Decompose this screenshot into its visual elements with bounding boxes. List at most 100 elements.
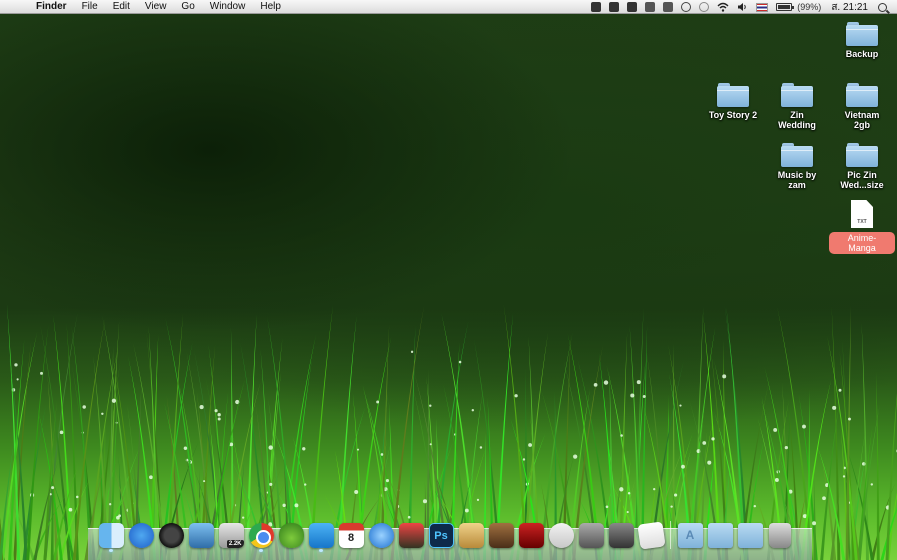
desktop-folder-pic-zin-wedding[interactable]: Pic Zin Wed...size <box>829 143 895 190</box>
dock-item-chrome[interactable] <box>246 521 276 552</box>
vlc-icon <box>608 522 634 548</box>
dew-drop <box>410 350 414 354</box>
dew-drop <box>354 490 359 495</box>
dew-drop <box>802 424 806 429</box>
dock-item-mail[interactable] <box>456 521 486 549</box>
dock-item-preview[interactable] <box>186 521 216 549</box>
dew-drop <box>376 400 380 404</box>
dock-item-twitter[interactable] <box>306 521 336 552</box>
dew-drop <box>593 382 598 387</box>
preview-icon <box>188 522 214 548</box>
dew-drop <box>774 477 779 482</box>
desktop-folder-toy-story-2[interactable]: Toy Story 2 <box>700 83 766 120</box>
copy-icon[interactable] <box>663 2 674 12</box>
dock-item-dashboard[interactable] <box>156 521 186 549</box>
dew-drop <box>59 430 64 435</box>
dock-items: 2.2K 8 Ps A <box>96 520 795 552</box>
evernote-icon[interactable] <box>591 2 602 12</box>
dock-item-itunes[interactable] <box>366 521 396 549</box>
menu-edit[interactable]: Edit <box>113 0 130 14</box>
dock-item-iphoto[interactable] <box>486 521 516 549</box>
thai-flag-icon[interactable] <box>756 2 769 12</box>
photoshop-icon: Ps <box>428 522 454 548</box>
downloads-folder-icon <box>737 522 763 548</box>
dew-drop <box>82 405 86 409</box>
desktop-folder-music-by-zam[interactable]: Music by zam <box>764 143 830 190</box>
volume-icon[interactable] <box>737 2 748 12</box>
menu-go[interactable]: Go <box>181 0 194 14</box>
growl-icon: 2.2K <box>218 522 244 548</box>
dock-item-vlc[interactable] <box>606 521 636 549</box>
dock-separator <box>670 521 671 549</box>
documents-folder-icon <box>707 522 733 548</box>
dock-item-photo-booth[interactable] <box>516 521 546 549</box>
menu-extras: (99%) ส. 21:21 <box>583 0 887 14</box>
dock-stack-documents-folder[interactable] <box>705 521 735 549</box>
dew-drop <box>572 454 578 459</box>
dock-icon-text: 8 <box>347 531 355 544</box>
desktop-folder-backup[interactable]: Backup <box>829 22 895 59</box>
dew-drop <box>812 521 817 526</box>
dew-drop <box>861 462 866 466</box>
grass-blade <box>71 325 93 560</box>
wallpaper-grass <box>0 302 897 560</box>
dew-drop <box>214 409 218 413</box>
dew-drop <box>385 479 389 483</box>
battery-icon[interactable] <box>776 3 795 11</box>
dew-drop <box>605 505 609 509</box>
desktop-folder-vietnam-2gb[interactable]: Vietnam 2gb <box>829 83 895 130</box>
dew-drop <box>784 445 788 450</box>
dew-drop <box>294 503 299 508</box>
dew-drop <box>51 486 55 490</box>
dew-drop <box>407 515 411 519</box>
spotlight-icon[interactable] <box>878 2 887 12</box>
desktop-item-label: Anime-Manga <box>829 232 895 254</box>
dew-drop <box>471 409 475 412</box>
menu-help[interactable]: Help <box>260 0 281 14</box>
dew-drop <box>380 453 384 456</box>
skype-icon[interactable] <box>609 2 620 12</box>
dock-item-finder[interactable] <box>96 521 126 552</box>
dew-drop <box>14 363 18 367</box>
sync-icon[interactable] <box>681 2 692 12</box>
dock-stack-downloads-folder[interactable] <box>735 521 765 549</box>
menu-window[interactable]: Window <box>210 0 246 14</box>
window-icon[interactable] <box>645 2 656 12</box>
dock-item-frog[interactable] <box>276 521 306 549</box>
stack-glyph: A <box>685 527 695 542</box>
clock[interactable]: ส. 21:21 <box>831 0 868 15</box>
dew-drop <box>838 388 842 392</box>
dock-item-growl[interactable]: 2.2K <box>216 521 246 549</box>
chrome-icon <box>248 522 274 548</box>
desktop-item-label: Backup <box>845 49 879 59</box>
dock-item-app-store[interactable] <box>126 521 156 549</box>
dew-drop <box>429 443 432 446</box>
dew-drop <box>679 404 682 407</box>
dock-item-trash[interactable] <box>765 521 795 549</box>
running-indicator <box>109 549 113 552</box>
dropbox-icon[interactable] <box>627 2 638 12</box>
desktop-folder-zin-wedding[interactable]: Zin Wedding <box>764 83 830 130</box>
battery-level <box>778 5 791 9</box>
dock-item-game[interactable] <box>396 521 426 549</box>
menu-file[interactable]: File <box>82 0 98 14</box>
dew-drop <box>642 394 646 399</box>
dew-drop <box>753 504 757 508</box>
menu-app-finder[interactable]: Finder <box>36 0 67 14</box>
dock-item-calendar[interactable]: 8 <box>336 521 366 549</box>
dew-drop <box>773 428 778 432</box>
menu-view[interactable]: View <box>145 0 167 14</box>
time-machine-icon[interactable] <box>699 2 710 12</box>
dew-drop <box>268 445 273 450</box>
folder-icon <box>717 83 749 107</box>
dew-drop <box>681 464 685 469</box>
dock-item-disk-utility[interactable] <box>576 521 606 549</box>
desktop-file-anime-manga[interactable]: TXT Anime-Manga <box>829 200 895 254</box>
dock-stack-applications-folder[interactable]: A <box>675 521 705 549</box>
dock-item-xcode[interactable] <box>546 521 576 549</box>
dew-drop <box>476 498 480 501</box>
disk-utility-icon <box>578 522 604 548</box>
dock-item-photoshop[interactable]: Ps <box>426 521 456 549</box>
wifi-icon[interactable] <box>717 2 729 12</box>
dock-item-textedit[interactable] <box>636 520 666 550</box>
